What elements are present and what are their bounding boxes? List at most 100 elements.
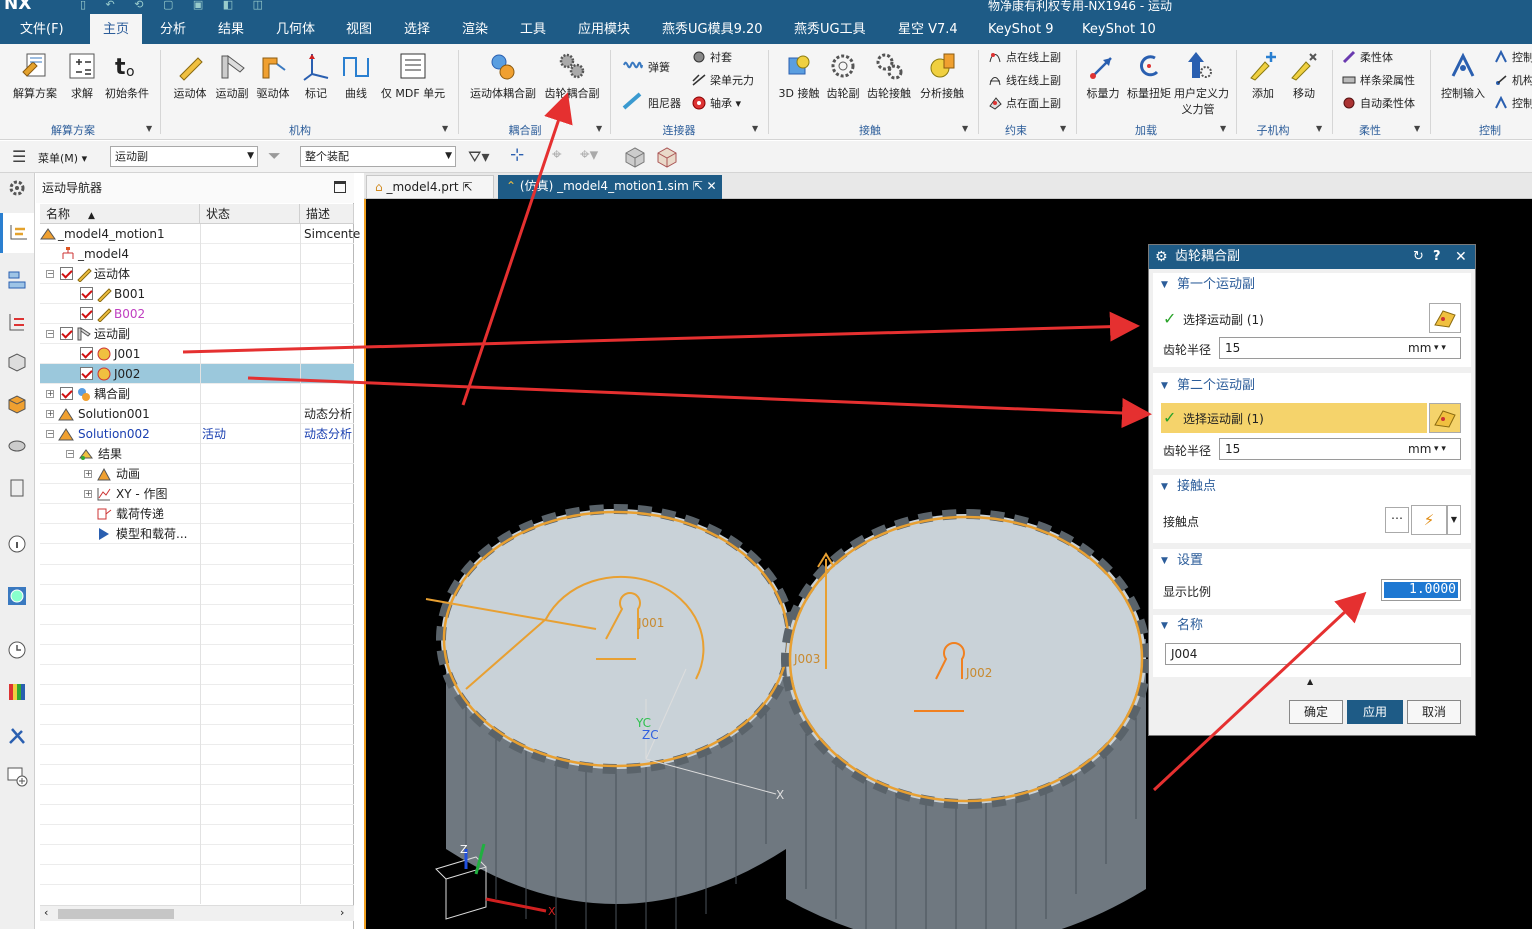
tree-row-load-transfer[interactable]: 载荷传递	[40, 504, 354, 524]
collapse-icon[interactable]: −	[46, 330, 54, 338]
scalar-torque-button[interactable]: 标量扭矩	[1126, 50, 1172, 101]
expand-icon[interactable]: +	[84, 490, 92, 498]
scroll-right-icon[interactable]: ›	[340, 906, 344, 919]
visibility-checkbox[interactable]	[60, 387, 73, 400]
beam-force-button[interactable]: 梁单元力	[692, 71, 754, 91]
collapse-icon[interactable]: −	[66, 450, 74, 458]
gear-radius-1-input[interactable]: 15 mm ▾ ▾	[1219, 337, 1461, 359]
tab-view[interactable]: 视图	[340, 14, 378, 44]
chevron-down-icon[interactable]: ▼	[1220, 124, 1226, 133]
tab-applications[interactable]: 应用模块	[572, 14, 636, 44]
tree-row-b001[interactable]: B001	[40, 284, 354, 304]
reset-icon[interactable]: ↻	[1413, 245, 1424, 269]
expand-icon[interactable]: +	[84, 470, 92, 478]
curve-button[interactable]: 曲线	[336, 50, 376, 101]
point-dialog-icon[interactable]: ⋯	[1385, 507, 1409, 533]
control-input-button[interactable]: 控制输入	[1436, 50, 1490, 101]
chevron-down-icon[interactable]: ▼	[1316, 124, 1322, 133]
tools-icon[interactable]	[6, 725, 28, 747]
curve-on-curve-button[interactable]: 线在线上副	[988, 71, 1061, 91]
add-resource-icon[interactable]	[6, 765, 28, 787]
info-icon[interactable]	[6, 533, 28, 555]
user-force-button[interactable]: 用户定义力 义力管	[1174, 50, 1229, 117]
auto-flexible-button[interactable]: 自动柔性体	[1342, 94, 1415, 114]
gear-contact-button[interactable]: 齿轮接触	[864, 50, 914, 101]
analysis-contact-button[interactable]: 分析接触	[916, 50, 968, 101]
column-header-status[interactable]: 状态	[200, 204, 300, 224]
cancel-button[interactable]: 取消	[1407, 700, 1461, 724]
settings-gear-icon[interactable]	[6, 177, 28, 199]
bearing-button[interactable]: 轴承 ▾	[692, 94, 741, 114]
column-header-name[interactable]: 名称 ▲	[40, 204, 200, 224]
motion-body-button[interactable]: 运动体	[168, 50, 212, 101]
palette-icon[interactable]	[6, 681, 28, 703]
menu-button[interactable]: 菜单(M) ▾	[38, 150, 87, 166]
contact-3d-button[interactable]: 3D 接触	[776, 50, 822, 101]
hamburger-icon[interactable]: ☰	[12, 147, 26, 166]
point-on-curve-button[interactable]: 点在线上副	[988, 48, 1061, 68]
close-icon[interactable]: ✕	[707, 179, 717, 193]
point-constructor-icon[interactable]: ⚡	[1411, 505, 1447, 535]
ok-button[interactable]: 确定	[1289, 700, 1343, 724]
view-cube-icon[interactable]	[624, 146, 646, 168]
solve-button[interactable]: 求解	[62, 50, 102, 101]
tab-render[interactable]: 渲染	[456, 14, 494, 44]
tree-row-couplers[interactable]: + 耦合副	[40, 384, 354, 404]
tree-row-motion-bodies[interactable]: − 运动体	[40, 264, 354, 284]
tree-row-solution001[interactable]: + Solution001 动态分析	[40, 404, 354, 424]
help-icon[interactable]: ?	[1433, 245, 1441, 269]
tree-row-model-loads[interactable]: 模型和载荷...	[40, 524, 354, 544]
select-joint-2[interactable]: ✓ 选择运动副 (1)	[1161, 403, 1427, 433]
control-button-1[interactable]: 控制	[1494, 48, 1532, 68]
move-submechanism-button[interactable]: 移动	[1284, 50, 1324, 101]
spline-beam-button[interactable]: 样条梁属性	[1342, 71, 1415, 91]
selection-filter-icon[interactable]: ⛛▾	[468, 147, 489, 167]
solution-button[interactable]: 解算方案	[10, 50, 60, 101]
chevron-down-icon[interactable]: ▼	[1414, 124, 1420, 133]
tree-row-results[interactable]: − 结果	[40, 444, 354, 464]
snap-icon[interactable]: ⊹	[510, 145, 524, 165]
part-navigator-icon[interactable]	[6, 351, 28, 373]
tree-row-animation[interactable]: + 动画	[40, 464, 354, 484]
select-joint-icon[interactable]	[1429, 303, 1461, 333]
section-second-joint-header[interactable]: 第二个运动副	[1155, 376, 1469, 396]
chevron-down-icon[interactable]: ▼	[146, 124, 152, 133]
name-input[interactable]: J004	[1165, 643, 1461, 665]
tab-select[interactable]: 选择	[398, 14, 436, 44]
expand-icon[interactable]: +	[46, 390, 54, 398]
display-scale-input[interactable]: 1.0000	[1381, 579, 1461, 601]
maximize-icon[interactable]	[334, 181, 346, 193]
chevron-down-icon[interactable]: ▼	[752, 124, 758, 133]
clock-icon[interactable]	[6, 639, 28, 661]
section-settings-header[interactable]: 设置	[1155, 551, 1469, 571]
section-name-header[interactable]: 名称	[1155, 616, 1469, 636]
tree-row-sim[interactable]: _model4_motion1 Simcente	[40, 224, 360, 244]
driver-button[interactable]: 驱动体	[252, 50, 294, 101]
tab-keyshot9[interactable]: KeyShot 9	[982, 14, 1060, 44]
expand-icon[interactable]: +	[46, 410, 54, 418]
column-header-description[interactable]: 描述	[300, 204, 354, 224]
tab-yanxiu-mold[interactable]: 燕秀UG模具9.20	[656, 14, 769, 44]
tree-row-j002[interactable]: J002	[40, 364, 354, 384]
scalar-force-button[interactable]: 标量力	[1082, 50, 1124, 101]
quick-access-toolbar[interactable]: ▯ ↶ ⟲ ▢ ▣ ◧ ◫	[80, 0, 271, 11]
tab-yanxiu-tools[interactable]: 燕秀UG工具	[788, 14, 872, 44]
visibility-checkbox[interactable]	[60, 267, 73, 280]
tab-analysis[interactable]: 分析	[154, 14, 192, 44]
section-contact-point-header[interactable]: 接触点	[1155, 477, 1469, 497]
damper-button[interactable]: 阻尼器	[622, 92, 681, 112]
scroll-left-icon[interactable]: ‹	[44, 906, 48, 919]
control-button-3[interactable]: 控制	[1494, 94, 1532, 114]
mdf-unit-button[interactable]: 仅 MDF 单元	[378, 50, 448, 101]
assembly-navigator-icon[interactable]	[6, 311, 28, 333]
type-filter-select[interactable]: 运动副 ▼	[110, 146, 258, 167]
visibility-checkbox[interactable]	[80, 307, 93, 320]
tree-row-j001[interactable]: J001	[40, 344, 354, 364]
tree-row-b002[interactable]: B002	[40, 304, 354, 324]
gear-radius-2-input[interactable]: 15 mm ▾ ▾	[1219, 438, 1461, 460]
chevron-down-icon[interactable]: ▼	[962, 124, 968, 133]
joint-button[interactable]: 运动副	[212, 50, 252, 101]
chevron-down-icon[interactable]: ▾ ▾	[1434, 439, 1446, 459]
close-icon[interactable]: ✕	[1455, 245, 1467, 269]
horizontal-scrollbar[interactable]: ‹ ›	[40, 905, 354, 921]
